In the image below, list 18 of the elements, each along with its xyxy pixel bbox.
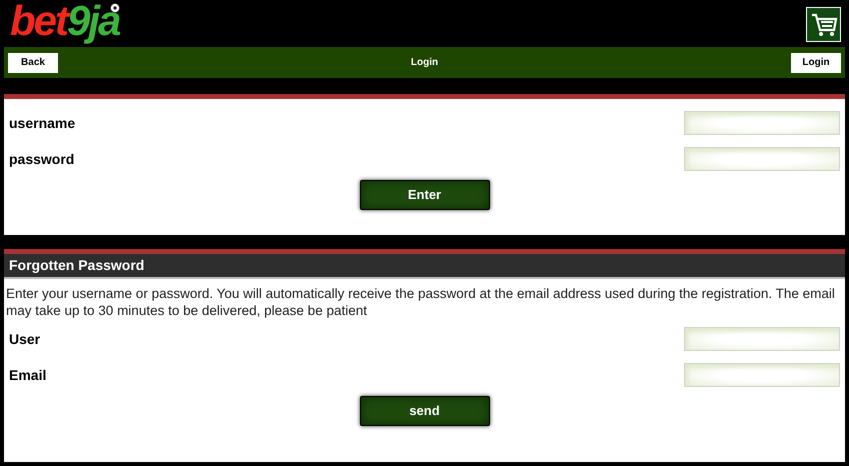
field-label: User xyxy=(9,330,40,348)
send-button[interactable]: send xyxy=(360,396,490,426)
enter-button[interactable]: Enter xyxy=(360,180,490,210)
back-button[interactable]: Back xyxy=(8,52,58,72)
logo[interactable]: bet9ja xyxy=(10,0,120,46)
input-field[interactable] xyxy=(684,327,840,351)
field-label: Email xyxy=(9,366,46,384)
input-field[interactable] xyxy=(684,111,840,135)
page-title: Login xyxy=(410,56,438,70)
login-button[interactable]: Login xyxy=(791,52,841,72)
field-label: username xyxy=(9,114,76,132)
input-field[interactable] xyxy=(684,147,840,171)
ball-icon xyxy=(110,3,120,13)
cart-icon[interactable] xyxy=(806,7,841,42)
input-field[interactable] xyxy=(684,363,840,387)
description: Enter your username or password. You will automatically receive the password at the email address used during the registration. The email may take up to 30 minutes to be delivered, please be patient xyxy=(5,285,836,319)
field-label: password xyxy=(9,150,74,169)
section-title: Forgotten Password xyxy=(9,256,144,275)
